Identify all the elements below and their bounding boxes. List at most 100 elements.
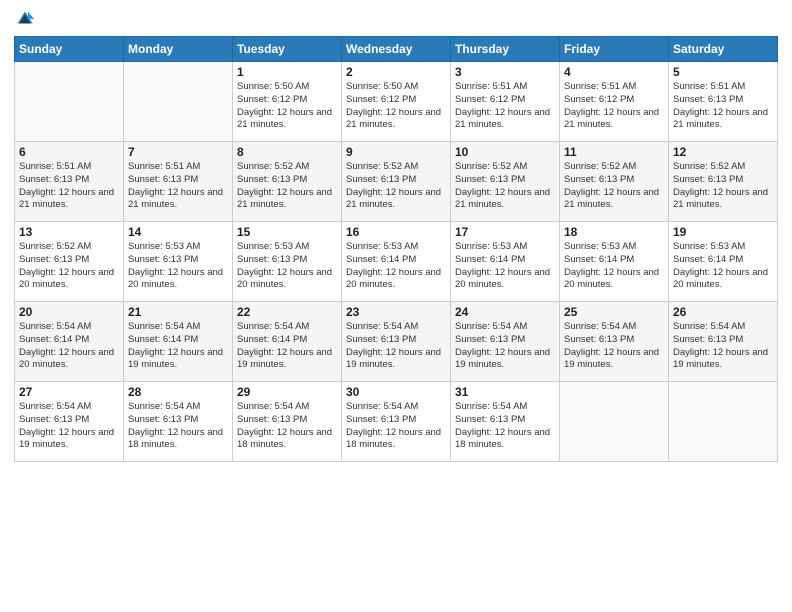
day-info: Sunrise: 5:54 AMSunset: 6:13 PMDaylight:… xyxy=(19,401,119,452)
calendar-cell xyxy=(669,382,778,462)
day-info: Sunrise: 5:52 AMSunset: 6:13 PMDaylight:… xyxy=(237,161,337,212)
calendar-cell: 29 Sunrise: 5:54 AMSunset: 6:13 PMDayligh… xyxy=(233,382,342,462)
day-number: 6 xyxy=(19,145,119,159)
day-info: Sunrise: 5:54 AMSunset: 6:13 PMDaylight:… xyxy=(346,401,446,452)
calendar-cell: 18 Sunrise: 5:53 AMSunset: 6:14 PMDayligh… xyxy=(560,222,669,302)
day-info: Sunrise: 5:52 AMSunset: 6:13 PMDaylight:… xyxy=(455,161,555,212)
calendar-week-1: 1 Sunrise: 5:50 AMSunset: 6:12 PMDaylight… xyxy=(15,62,778,142)
calendar-header-wednesday: Wednesday xyxy=(342,37,451,62)
calendar-cell: 26Sunrise: 5:54 AMSunset: 6:13 PMDayligh… xyxy=(669,302,778,382)
day-number: 4 xyxy=(564,65,664,79)
calendar-cell: 20Sunrise: 5:54 AMSunset: 6:14 PMDayligh… xyxy=(15,302,124,382)
calendar-cell: 30 Sunrise: 5:54 AMSunset: 6:13 PMDayligh… xyxy=(342,382,451,462)
day-info: Sunrise: 5:54 AMSunset: 6:14 PMDaylight:… xyxy=(237,321,337,372)
calendar-cell: 6 Sunrise: 5:51 AMSunset: 6:13 PMDaylight… xyxy=(15,142,124,222)
day-number: 15 xyxy=(237,225,337,239)
day-info: Sunrise: 5:53 AMSunset: 6:13 PMDaylight:… xyxy=(237,241,337,292)
day-info: Sunrise: 5:54 AMSunset: 6:13 PMDaylight:… xyxy=(237,401,337,452)
calendar-header-friday: Friday xyxy=(560,37,669,62)
day-info: Sunrise: 5:53 AMSunset: 6:14 PMDaylight:… xyxy=(564,241,664,292)
day-number: 17 xyxy=(455,225,555,239)
day-number: 30 xyxy=(346,385,446,399)
calendar-cell: 21 Sunrise: 5:54 AMSunset: 6:14 PMDayligh… xyxy=(124,302,233,382)
calendar-cell: 16 Sunrise: 5:53 AMSunset: 6:14 PMDayligh… xyxy=(342,222,451,302)
day-info: Sunrise: 5:50 AMSunset: 6:12 PMDaylight:… xyxy=(346,81,446,132)
calendar-header-sunday: Sunday xyxy=(15,37,124,62)
day-number: 28 xyxy=(128,385,228,399)
day-number: 26 xyxy=(673,305,773,319)
day-number: 18 xyxy=(564,225,664,239)
day-info: Sunrise: 5:54 AMSunset: 6:14 PMDaylight:… xyxy=(128,321,228,372)
day-number: 1 xyxy=(237,65,337,79)
day-number: 24 xyxy=(455,305,555,319)
day-info: Sunrise: 5:54 AMSunset: 6:13 PMDaylight:… xyxy=(455,321,555,372)
day-info: Sunrise: 5:53 AMSunset: 6:14 PMDaylight:… xyxy=(673,241,773,292)
day-number: 8 xyxy=(237,145,337,159)
day-number: 13 xyxy=(19,225,119,239)
day-info: Sunrise: 5:51 AMSunset: 6:13 PMDaylight:… xyxy=(128,161,228,212)
day-info: Sunrise: 5:52 AMSunset: 6:13 PMDaylight:… xyxy=(564,161,664,212)
calendar-cell: 8 Sunrise: 5:52 AMSunset: 6:13 PMDaylight… xyxy=(233,142,342,222)
day-number: 12 xyxy=(673,145,773,159)
logo-icon xyxy=(16,10,34,28)
page: SundayMondayTuesdayWednesdayThursdayFrid… xyxy=(0,0,792,612)
day-info: Sunrise: 5:51 AMSunset: 6:12 PMDaylight:… xyxy=(564,81,664,132)
calendar-cell: 27 Sunrise: 5:54 AMSunset: 6:13 PMDayligh… xyxy=(15,382,124,462)
calendar-cell: 9 Sunrise: 5:52 AMSunset: 6:13 PMDaylight… xyxy=(342,142,451,222)
day-number: 3 xyxy=(455,65,555,79)
calendar-week-2: 6 Sunrise: 5:51 AMSunset: 6:13 PMDaylight… xyxy=(15,142,778,222)
day-info: Sunrise: 5:54 AMSunset: 6:13 PMDaylight:… xyxy=(455,401,555,452)
calendar-cell: 5 Sunrise: 5:51 AMSunset: 6:13 PMDaylight… xyxy=(669,62,778,142)
calendar-cell: 14Sunrise: 5:53 AMSunset: 6:13 PMDayligh… xyxy=(124,222,233,302)
calendar-cell: 1Sunrise: 5:50 AMSunset: 6:12 PMDaylight… xyxy=(233,62,342,142)
calendar-week-3: 13Sunrise: 5:52 AMSunset: 6:13 PMDayligh… xyxy=(15,222,778,302)
calendar-cell: 31 Sunrise: 5:54 AMSunset: 6:13 PMDayligh… xyxy=(451,382,560,462)
calendar-cell: 25 Sunrise: 5:54 AMSunset: 6:13 PMDayligh… xyxy=(560,302,669,382)
day-info: Sunrise: 5:53 AMSunset: 6:14 PMDaylight:… xyxy=(455,241,555,292)
calendar-cell: 23Sunrise: 5:54 AMSunset: 6:13 PMDayligh… xyxy=(342,302,451,382)
day-info: Sunrise: 5:54 AMSunset: 6:13 PMDaylight:… xyxy=(128,401,228,452)
calendar-cell: 19 Sunrise: 5:53 AMSunset: 6:14 PMDayligh… xyxy=(669,222,778,302)
day-number: 27 xyxy=(19,385,119,399)
day-info: Sunrise: 5:54 AMSunset: 6:13 PMDaylight:… xyxy=(564,321,664,372)
calendar-header-tuesday: Tuesday xyxy=(233,37,342,62)
day-info: Sunrise: 5:52 AMSunset: 6:13 PMDaylight:… xyxy=(346,161,446,212)
calendar-cell: 28 Sunrise: 5:54 AMSunset: 6:13 PMDayligh… xyxy=(124,382,233,462)
day-number: 22 xyxy=(237,305,337,319)
calendar-cell xyxy=(560,382,669,462)
day-number: 25 xyxy=(564,305,664,319)
day-number: 31 xyxy=(455,385,555,399)
day-number: 21 xyxy=(128,305,228,319)
calendar-cell: 17 Sunrise: 5:53 AMSunset: 6:14 PMDayligh… xyxy=(451,222,560,302)
day-number: 11 xyxy=(564,145,664,159)
day-info: Sunrise: 5:53 AMSunset: 6:14 PMDaylight:… xyxy=(346,241,446,292)
day-number: 20 xyxy=(19,305,119,319)
calendar-cell: 3 Sunrise: 5:51 AMSunset: 6:12 PMDaylight… xyxy=(451,62,560,142)
day-info: Sunrise: 5:51 AMSunset: 6:12 PMDaylight:… xyxy=(455,81,555,132)
calendar: SundayMondayTuesdayWednesdayThursdayFrid… xyxy=(14,36,778,462)
calendar-week-5: 27 Sunrise: 5:54 AMSunset: 6:13 PMDayligh… xyxy=(15,382,778,462)
calendar-cell: 7 Sunrise: 5:51 AMSunset: 6:13 PMDaylight… xyxy=(124,142,233,222)
calendar-week-4: 20 Sunrise: 5:54 AMSunset: 6:14 PMDayligh… xyxy=(15,302,778,382)
day-number: 9 xyxy=(346,145,446,159)
day-number: 5 xyxy=(673,65,773,79)
calendar-cell: 22 Sunrise: 5:54 AMSunset: 6:14 PMDayligh… xyxy=(233,302,342,382)
calendar-header-saturday: Saturday xyxy=(669,37,778,62)
day-number: 2 xyxy=(346,65,446,79)
header xyxy=(14,10,778,28)
calendar-cell: 10Sunrise: 5:52 AMSunset: 6:13 PMDayligh… xyxy=(451,142,560,222)
day-number: 16 xyxy=(346,225,446,239)
calendar-header-row: SundayMondayTuesdayWednesdayThursdayFrid… xyxy=(15,37,778,62)
day-info: Sunrise: 5:51 AMSunset: 6:13 PMDaylight:… xyxy=(19,161,119,212)
day-number: 19 xyxy=(673,225,773,239)
day-info: Sunrise: 5:53 AMSunset: 6:13 PMDaylight:… xyxy=(128,241,228,292)
calendar-header-thursday: Thursday xyxy=(451,37,560,62)
day-number: 23 xyxy=(346,305,446,319)
day-number: 7 xyxy=(128,145,228,159)
day-number: 29 xyxy=(237,385,337,399)
calendar-cell: 11 Sunrise: 5:52 AMSunset: 6:13 PMDayligh… xyxy=(560,142,669,222)
calendar-cell xyxy=(15,62,124,142)
calendar-cell: 12Sunrise: 5:52 AMSunset: 6:13 PMDayligh… xyxy=(669,142,778,222)
day-info: Sunrise: 5:51 AMSunset: 6:13 PMDaylight:… xyxy=(673,81,773,132)
logo xyxy=(14,10,36,28)
